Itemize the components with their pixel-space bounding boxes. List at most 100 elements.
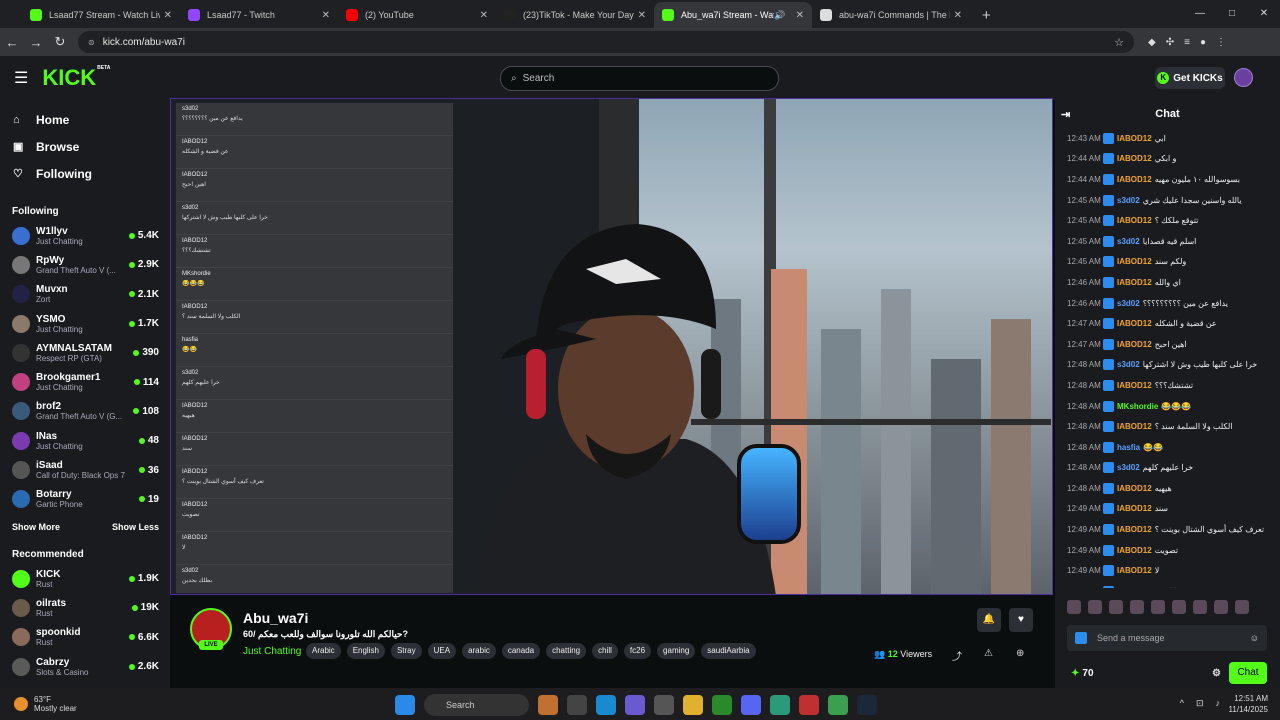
copilot-icon[interactable]: [625, 695, 645, 715]
streamer-name[interactable]: Abu_wa7i: [243, 610, 308, 626]
widgets-icon[interactable]: [538, 695, 558, 715]
emote-icon[interactable]: [1109, 600, 1123, 614]
app-icon[interactable]: [770, 695, 790, 715]
add-user-icon[interactable]: ⊕: [1016, 648, 1024, 659]
chat-username[interactable]: IABOD12: [1117, 422, 1152, 431]
tab-close-icon[interactable]: ✕: [322, 10, 330, 21]
steam-icon[interactable]: [857, 695, 877, 715]
chat-username[interactable]: s3d02: [1117, 196, 1140, 205]
channel-list-item[interactable]: iSaad Call of Duty: Black Ops 7 36: [0, 455, 170, 484]
chat-message-input[interactable]: Send a message ☺: [1067, 625, 1267, 651]
user-avatar[interactable]: [1234, 68, 1253, 87]
channel-list-item[interactable]: Muvxn Zort 2.1K: [0, 280, 170, 309]
tab-close-icon[interactable]: ✕: [796, 10, 804, 21]
chat-username[interactable]: IABOD12: [1117, 257, 1152, 266]
channel-list-item[interactable]: Botarry Gartic Phone 19: [0, 485, 170, 514]
emote-icon[interactable]: [1193, 600, 1207, 614]
menu-dots-icon[interactable]: ⋮: [1216, 37, 1226, 48]
chat-username[interactable]: IABOD12: [1117, 175, 1152, 184]
channel-points[interactable]: 70: [1082, 668, 1093, 679]
volume-icon[interactable]: ♪: [1216, 698, 1221, 709]
report-icon[interactable]: ⚠: [984, 648, 993, 659]
chat-username[interactable]: IABOD12: [1117, 504, 1152, 513]
channel-list-item[interactable]: KICK Rust 1.9K: [0, 564, 170, 593]
tab-close-icon[interactable]: ✕: [638, 10, 646, 21]
file-explorer-icon[interactable]: [683, 695, 703, 715]
site-info-icon[interactable]: ⊜: [88, 38, 95, 47]
hamburger-menu-icon[interactable]: ☰: [14, 68, 28, 88]
emote-icon[interactable]: [1067, 600, 1081, 614]
chat-username[interactable]: hasfia: [1117, 443, 1140, 452]
channel-list-item[interactable]: INas Just Chatting 48: [0, 426, 170, 455]
back-icon[interactable]: ←: [0, 35, 24, 50]
tab-close-icon[interactable]: ✕: [954, 10, 962, 21]
extensions-puzzle-icon[interactable]: ✣: [1166, 37, 1174, 48]
sidebar-item-browse[interactable]: ▣ Browse: [0, 133, 170, 160]
chat-username[interactable]: IABOD12: [1117, 216, 1152, 225]
share-icon[interactable]: ⤴: [952, 648, 962, 663]
chat-username[interactable]: s3d02: [1117, 463, 1140, 472]
stream-tag[interactable]: chill: [592, 643, 618, 659]
reload-icon[interactable]: ↻: [48, 34, 72, 50]
discord-icon[interactable]: [741, 695, 761, 715]
stream-tag[interactable]: English: [346, 643, 385, 659]
maximize-icon[interactable]: □: [1216, 0, 1248, 28]
browser-tab[interactable]: abu-wa7i Commands | The be ✕: [812, 2, 970, 28]
chat-settings-gear-icon[interactable]: ⚙: [1212, 668, 1221, 679]
send-chat-button[interactable]: Chat: [1229, 662, 1267, 684]
chat-username[interactable]: IABOD12: [1117, 525, 1152, 534]
show-more-button[interactable]: Show More: [12, 522, 60, 532]
channel-list-item[interactable]: W1llyv Just Chatting 5.4K: [0, 221, 170, 250]
search-input[interactable]: ⌕ Search: [500, 66, 779, 91]
sidebar-item-home[interactable]: ⌂ Home: [0, 106, 170, 133]
chat-username[interactable]: IABOD12: [1117, 566, 1152, 575]
channel-list-item[interactable]: Brookgamer1 Just Chatting 114: [0, 367, 170, 396]
channel-list-item[interactable]: spoonkid Rust 6.6K: [0, 623, 170, 652]
chat-username[interactable]: s3d02: [1117, 360, 1140, 369]
emote-icon[interactable]: [1172, 600, 1186, 614]
browser-tab[interactable]: Abu_wa7i Stream - Watch L🔊 ✕: [654, 2, 812, 28]
browser-tab[interactable]: (23)TikTok - Make Your Day ✕: [496, 2, 654, 28]
chat-username[interactable]: s3d02: [1117, 299, 1140, 308]
chat-username[interactable]: IABOD12: [1117, 319, 1152, 328]
tab-close-icon[interactable]: ✕: [480, 10, 488, 21]
emote-icon[interactable]: [1088, 600, 1102, 614]
taskbar-search[interactable]: Search: [424, 694, 529, 716]
tray-overflow-icon[interactable]: ^: [1180, 698, 1184, 709]
chat-username[interactable]: s3d02: [1117, 587, 1140, 588]
extension-icon[interactable]: ◆: [1148, 37, 1156, 48]
video-player[interactable]: s3d02 يدافع عن مين ؟؟؟؟؟؟؟؟ IABOD12 عن قضية…: [170, 98, 1053, 595]
notification-bell-button[interactable]: 🔔: [977, 608, 1001, 632]
stream-tag[interactable]: Stray: [390, 643, 422, 659]
close-window-icon[interactable]: ✕: [1248, 0, 1280, 28]
stream-tag[interactable]: Arabic: [306, 643, 341, 659]
collapse-chat-icon[interactable]: ⇥: [1061, 108, 1070, 121]
tab-audio-icon[interactable]: 🔊: [774, 10, 785, 21]
sidebar-item-following[interactable]: ♡ Following: [0, 160, 170, 187]
chat-username[interactable]: s3d02: [1117, 237, 1140, 246]
kick-logo[interactable]: KICKBETA: [42, 65, 110, 91]
channel-list-item[interactable]: brof2 Grand Theft Auto V (G... 108: [0, 397, 170, 426]
edge-icon[interactable]: [596, 695, 616, 715]
windows-start-icon[interactable]: [395, 695, 415, 715]
browser-tab[interactable]: Lsaad77 - Twitch ✕: [180, 2, 338, 28]
channel-list-item[interactable]: AYMNALSATAM Respect RP (GTA) 390: [0, 338, 170, 367]
minimize-icon[interactable]: —: [1184, 0, 1216, 28]
channel-list-item[interactable]: YSMO Just Chatting 1.7K: [0, 309, 170, 338]
stream-tag[interactable]: fc26: [623, 643, 652, 659]
tab-close-icon[interactable]: ✕: [164, 10, 172, 21]
chat-username[interactable]: IABOD12: [1117, 340, 1152, 349]
network-icon[interactable]: ⊡: [1196, 698, 1204, 709]
chat-username[interactable]: IABOD12: [1117, 154, 1152, 163]
chat-username[interactable]: IABOD12: [1117, 278, 1152, 287]
stream-tag[interactable]: gaming: [657, 643, 696, 659]
address-bar[interactable]: ⊜ kick.com/abu-wa7i ☆: [78, 31, 1134, 53]
chat-username[interactable]: MKshordie: [1117, 402, 1158, 411]
channel-list-item[interactable]: Cabrzy Slots & Casino 2.6K: [0, 652, 170, 681]
profile-icon[interactable]: ●: [1200, 37, 1206, 48]
stream-category[interactable]: Just Chatting: [243, 646, 301, 657]
store-icon[interactable]: [654, 695, 674, 715]
weather-widget[interactable]: 63°F Mostly clear: [14, 695, 77, 713]
xbox-icon[interactable]: [712, 695, 732, 715]
channel-points-icon[interactable]: ✦: [1071, 668, 1079, 679]
